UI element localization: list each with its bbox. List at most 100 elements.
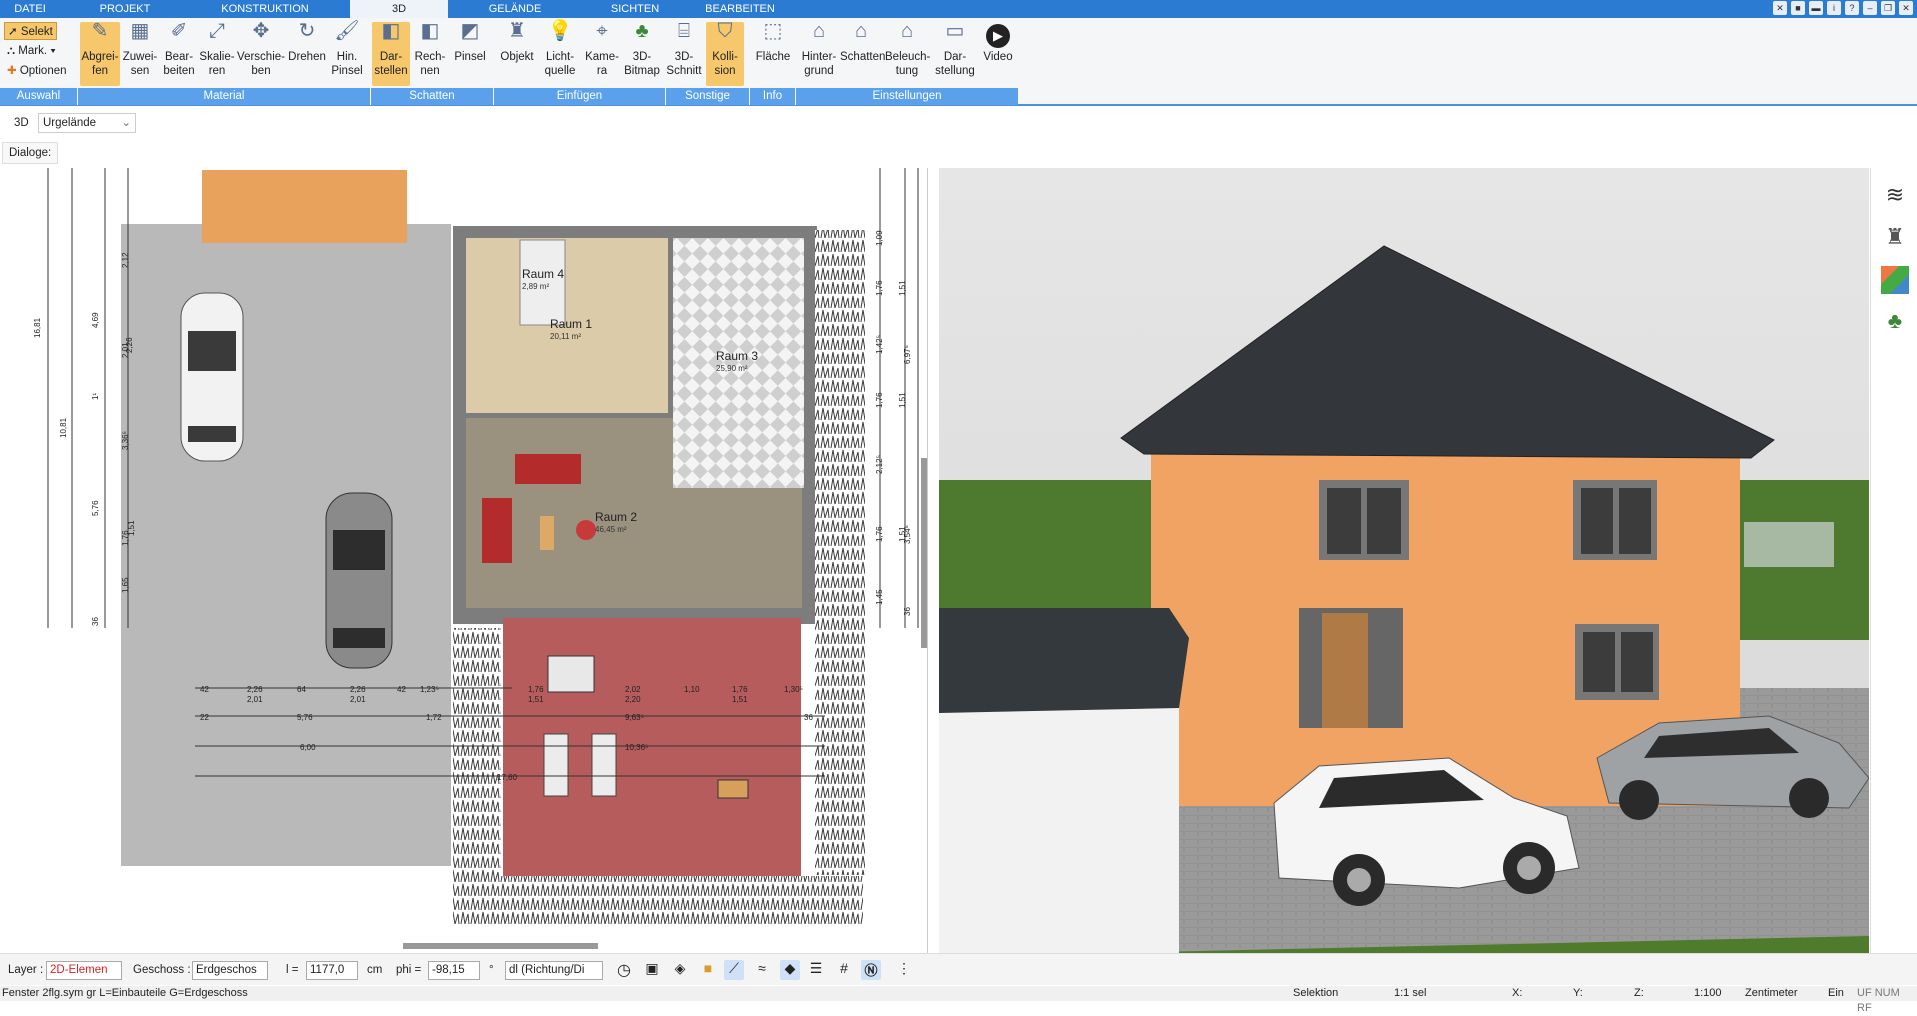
restore-icon[interactable]: ❐ [1881,1,1895,15]
chair-icon[interactable]: ♜ [1881,224,1909,252]
materials-icon[interactable] [1881,266,1909,294]
tools-icon[interactable]: ✕ [1773,1,1787,15]
paint-button[interactable]: ◩ Pinsel [450,21,490,86]
dialog-label[interactable]: Dialoge: [2,142,59,164]
section-button[interactable]: ⌸ 3D- Schnitt [664,21,704,86]
tree-icon[interactable]: ♣ [1881,308,1909,336]
length-input[interactable]: 1177,0 [306,961,358,980]
dimension-label: 17,60 [497,773,518,782]
camera-button[interactable]: ⌖ Kame-ra [582,21,622,86]
horizontal-scrollbar[interactable] [403,943,598,949]
tab-sichten[interactable]: SICHTEN [595,0,675,18]
ribbon-button-label: Hin. [336,51,358,63]
geschoss-select[interactable]: Erdgeschos [192,961,268,980]
minimize-icon[interactable]: – [1863,1,1877,15]
area-button[interactable]: ⬚ Fläche [754,21,792,86]
collision-icon: ⛉ [717,20,733,42]
tab-datei[interactable]: DATEI [0,0,60,18]
layers-icon[interactable]: ≋ [1881,182,1909,210]
length-unit: cm [367,964,383,976]
vertical-scrollbar[interactable] [921,458,927,648]
layer-icon[interactable]: ◈ [670,960,690,980]
house-icon: ⌂ [854,20,868,42]
dimension-label: 1,76 [875,280,884,296]
terrain-select[interactable]: Urgelände ⌄ [38,113,136,133]
north-icon[interactable]: Ⓝ [861,960,881,980]
status-unit: Zentimeter [1745,987,1798,999]
pick-button[interactable]: ✎ Abgrei-fen [80,21,120,86]
compute-button[interactable]: ◧ Rech-nen [410,21,450,86]
house-icon: ⌂ [900,20,914,42]
brush-button[interactable]: 🖌 Hin. Pinsel [327,21,367,86]
plus-icon: ✚ [7,65,17,77]
tab-bearbeiten[interactable]: BEARBEITEN [695,0,785,18]
close-icon[interactable]: ✕ [1899,1,1913,15]
ribbon-button-label: Licht- [545,51,575,63]
dimension-label: 10,36⁵ [625,743,648,752]
folder-icon[interactable]: ▬ [1809,1,1823,15]
group-material: Material [78,88,371,105]
lighting-button[interactable]: ⌂ Beleuch-tung [885,20,930,86]
dimension-label: 6,00 [300,743,316,752]
select-button[interactable]: ➚ Selekt [4,22,57,40]
plane-icon[interactable]: ◆ [780,960,800,980]
layer-select[interactable]: 2D-Elemen [46,961,122,980]
clock-icon[interactable]: ◷ [614,960,634,980]
floor-plan-view[interactable]: Raum 4 2,89 m² Raum 1 20,11 m² Raum 3 25… [0,168,928,953]
snap-icon[interactable]: ⟋ [724,960,744,980]
phi-input[interactable]: -98,15 [428,961,480,980]
render-button[interactable]: ▭ Dar-stellung [933,21,977,86]
3d-canvas[interactable] [939,168,1869,953]
info-icon[interactable]: i [1827,1,1841,15]
car-top-1 [180,292,244,462]
dimension-label: 1,76 [732,685,748,694]
direction-select[interactable]: dl (Richtung/Di [505,961,603,980]
dimension-label: 1,45 [875,589,884,605]
rotate-button[interactable]: ↻ Drehen [287,21,327,86]
mark-button[interactable]: ⛬ Mark. ▾ [4,42,59,60]
ribbon-button-label: 3D- [674,51,694,63]
layer-label: Layer : [8,964,44,976]
tab-3d[interactable]: 3D [350,0,448,18]
dimension-label: 9,63⁵ [625,713,644,722]
select-label: Selekt [20,26,53,38]
room-area: 25,90 m² [716,364,748,373]
palette-icon[interactable]: ■ [1791,1,1805,15]
grid-icon[interactable]: # [834,960,854,980]
dimension-label: 1,51 [898,392,907,408]
dimension-label: 1,72 [426,713,442,722]
garage-roof-3d [939,608,1189,713]
move-button[interactable]: ✥ Verschie-ben [236,21,286,86]
shadow-button[interactable]: ⌂ Schatten [840,20,885,86]
hatch-icon[interactable]: ≈ [752,960,772,980]
assign-icon: ▦ [130,20,150,42]
tab-gelaende[interactable]: GELÄNDE [470,0,560,18]
light-button[interactable]: 💡 Licht-quelle [540,21,580,86]
background-button[interactable]: ⌂ Hinter-grund [798,21,840,86]
side-toolbox: ≋ ♜ ♣ [1870,168,1917,953]
floor-plan-canvas[interactable]: Raum 4 2,89 m² Raum 1 20,11 m² Raum 3 25… [0,168,928,953]
edit-button[interactable]: ✐ Bear-beiten [160,21,198,86]
assign-button[interactable]: ▦ Zuwei-sen [120,20,160,86]
front-door [1322,613,1368,728]
more-icon[interactable]: ⋮ [894,960,914,980]
video-button[interactable]: ▶ Video [978,22,1018,86]
tab-konstruktion[interactable]: KONSTRUKTION [200,0,330,18]
help-icon[interactable]: ? [1845,1,1859,15]
display-button[interactable]: ◧ Dar-stellen [372,21,410,86]
object-icon[interactable]: ■ [698,960,718,980]
tab-projekt[interactable]: PROJEKT [80,0,170,18]
options-button[interactable]: ✚ Optionen [4,62,70,80]
object-button[interactable]: ♜ Objekt [496,20,538,86]
screen-icon[interactable]: ▣ [642,960,662,980]
phi-label: phi = [396,964,422,976]
bitmap-button[interactable]: ♣ 3D- Bitmap [622,21,662,86]
lines-icon[interactable]: ☰ [806,960,826,980]
dialog-bar: Dialoge: [0,140,1917,168]
chair-icon: ♜ [508,20,526,42]
collision-button[interactable]: ⛉ Kolli-sion [706,20,744,86]
scale-button[interactable]: ⤢ Skalie-ren [198,21,236,86]
3d-view[interactable] [939,168,1869,953]
dimension-label: 1,65 [121,577,130,593]
dimension-label: 2,26 [125,337,134,353]
